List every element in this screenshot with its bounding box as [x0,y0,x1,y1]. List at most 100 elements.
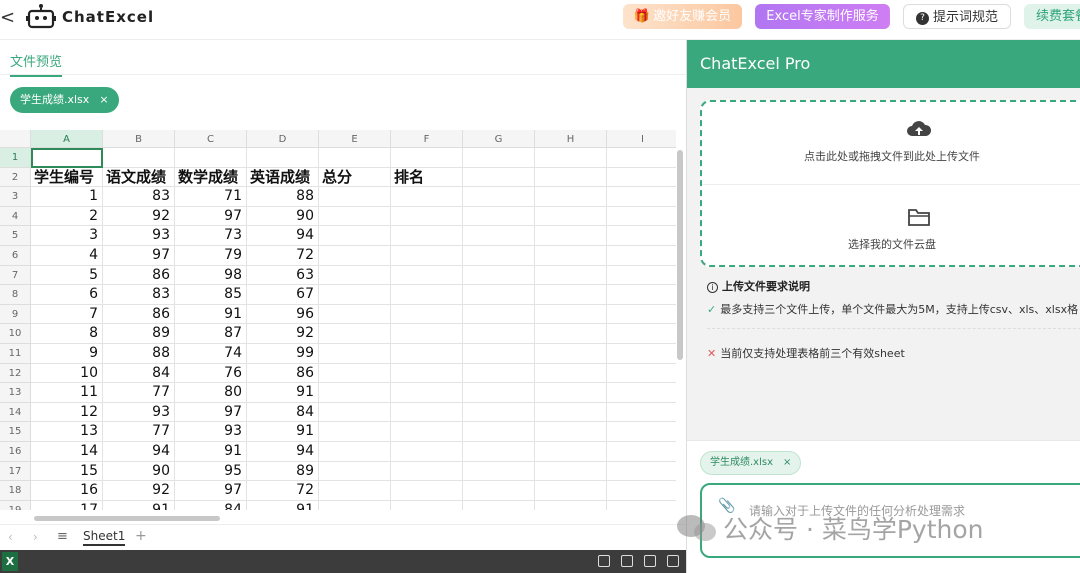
row-header[interactable]: 12 [0,363,31,384]
table-cell[interactable]: 71 [175,187,247,207]
table-cell[interactable] [391,226,463,246]
table-cell[interactable] [607,246,676,266]
table-cell[interactable] [463,226,535,246]
table-cell[interactable]: 93 [103,226,175,246]
table-cell[interactable]: 91 [103,500,175,510]
table-cell[interactable] [319,442,391,462]
table-cell[interactable]: 80 [175,383,247,403]
table-cell[interactable] [391,442,463,462]
table-cell[interactable]: 88 [103,344,175,364]
sheet-tab[interactable]: Sheet1 [83,529,126,546]
table-cell[interactable]: 77 [103,422,175,442]
spreadsheet-grid[interactable]: A B C D E F G H I 1 2 学生编号 语文成绩 数学成绩 英语成绩 总分 排名 3 1 83 71 88 4… [0,130,676,510]
table-cell[interactable] [463,265,535,286]
table-cell[interactable]: 97 [175,206,247,227]
invite-friends-button[interactable]: 🎁 邀好友赚会员 [623,4,742,29]
expert-service-button[interactable]: Excel专家制作服务 [755,4,890,29]
table-cell[interactable] [607,364,676,384]
table-cell[interactable] [319,265,391,286]
table-cell[interactable]: 97 [175,481,247,501]
file-chip[interactable]: 学生成绩.xlsx × [10,87,119,113]
table-cell[interactable]: 92 [103,481,175,501]
table-cell[interactable]: 72 [247,246,319,266]
table-cell[interactable]: 4 [31,246,103,266]
table-cell[interactable] [463,442,535,462]
table-cell[interactable] [535,167,607,188]
sheet-menu-icon[interactable]: ≡ [57,529,68,544]
table-cell[interactable] [463,304,535,325]
table-cell[interactable]: 7 [31,304,103,325]
row-header[interactable]: 4 [0,206,31,227]
table-cell[interactable] [607,285,676,305]
column-header[interactable]: G [463,130,535,148]
table-cell[interactable]: 93 [103,402,175,423]
table-cell[interactable] [319,226,391,246]
table-cell[interactable]: 91 [247,383,319,403]
table-cell[interactable] [607,187,676,207]
table-cell[interactable] [319,206,391,227]
table-cell[interactable] [535,363,607,384]
table-cell[interactable]: 93 [175,422,247,442]
add-sheet-icon[interactable]: + [135,528,147,544]
renew-plan-button[interactable]: 续费套餐 [1024,4,1080,29]
table-cell[interactable] [607,207,676,227]
row-header[interactable]: 19 [0,500,31,510]
table-cell[interactable] [319,402,391,423]
table-cell[interactable]: 90 [247,206,319,227]
table-cell[interactable]: 16 [31,481,103,501]
table-cell[interactable]: 84 [103,363,175,384]
next-sheet-icon[interactable]: › [33,530,38,544]
table-cell[interactable]: 87 [175,324,247,344]
table-cell[interactable] [463,246,535,266]
table-cell[interactable] [319,187,391,207]
row-header[interactable]: 13 [0,383,31,403]
table-cell[interactable]: 88 [247,187,319,207]
table-cell[interactable]: 94 [103,442,175,462]
table-cell[interactable] [535,304,607,325]
vertical-scrollbar[interactable] [677,150,683,360]
table-cell[interactable] [391,422,463,442]
table-cell[interactable]: 79 [175,246,247,266]
row-header[interactable]: 8 [0,285,31,305]
table-cell[interactable] [391,344,463,364]
table-cell[interactable] [463,285,535,305]
table-cell[interactable] [319,304,391,325]
close-icon[interactable]: × [99,93,108,106]
table-cell[interactable]: 数学成绩 [175,167,247,188]
table-cell[interactable] [391,148,463,168]
table-cell[interactable] [463,481,535,501]
table-cell[interactable]: 13 [31,422,103,442]
row-header[interactable]: 6 [0,246,31,266]
back-button[interactable]: < [0,8,15,28]
table-cell[interactable]: 84 [175,500,247,510]
table-cell[interactable] [535,187,607,207]
table-cell[interactable] [319,246,391,266]
row-header[interactable]: 1 [0,148,31,168]
table-cell[interactable] [535,324,607,344]
table-cell[interactable] [31,148,103,168]
attached-file-chip[interactable]: 学生成绩.xlsx × [700,451,802,475]
table-cell[interactable] [535,344,607,364]
table-cell[interactable] [391,402,463,423]
table-cell[interactable]: 语文成绩 [103,167,175,188]
prompt-guide-button[interactable]: ? 提示词规范 [903,4,1011,29]
column-header[interactable]: F [391,130,463,148]
table-cell[interactable]: 85 [175,285,247,305]
table-cell[interactable]: 8 [31,324,103,344]
horizontal-scrollbar[interactable] [34,516,220,521]
table-cell[interactable]: 92 [103,206,175,227]
table-cell[interactable]: 72 [247,481,319,501]
table-cell[interactable]: 94 [247,442,319,462]
table-cell[interactable] [607,383,676,403]
table-cell[interactable] [103,148,175,168]
table-cell[interactable]: 91 [175,304,247,325]
table-cell[interactable]: 15 [31,461,103,482]
table-cell[interactable] [391,265,463,286]
table-cell[interactable] [607,501,676,510]
row-header[interactable]: 15 [0,422,31,442]
table-cell[interactable] [607,305,676,325]
table-cell[interactable] [535,422,607,442]
table-cell[interactable]: 98 [175,265,247,286]
table-cell[interactable]: 9 [31,344,103,364]
table-cell[interactable] [535,402,607,423]
